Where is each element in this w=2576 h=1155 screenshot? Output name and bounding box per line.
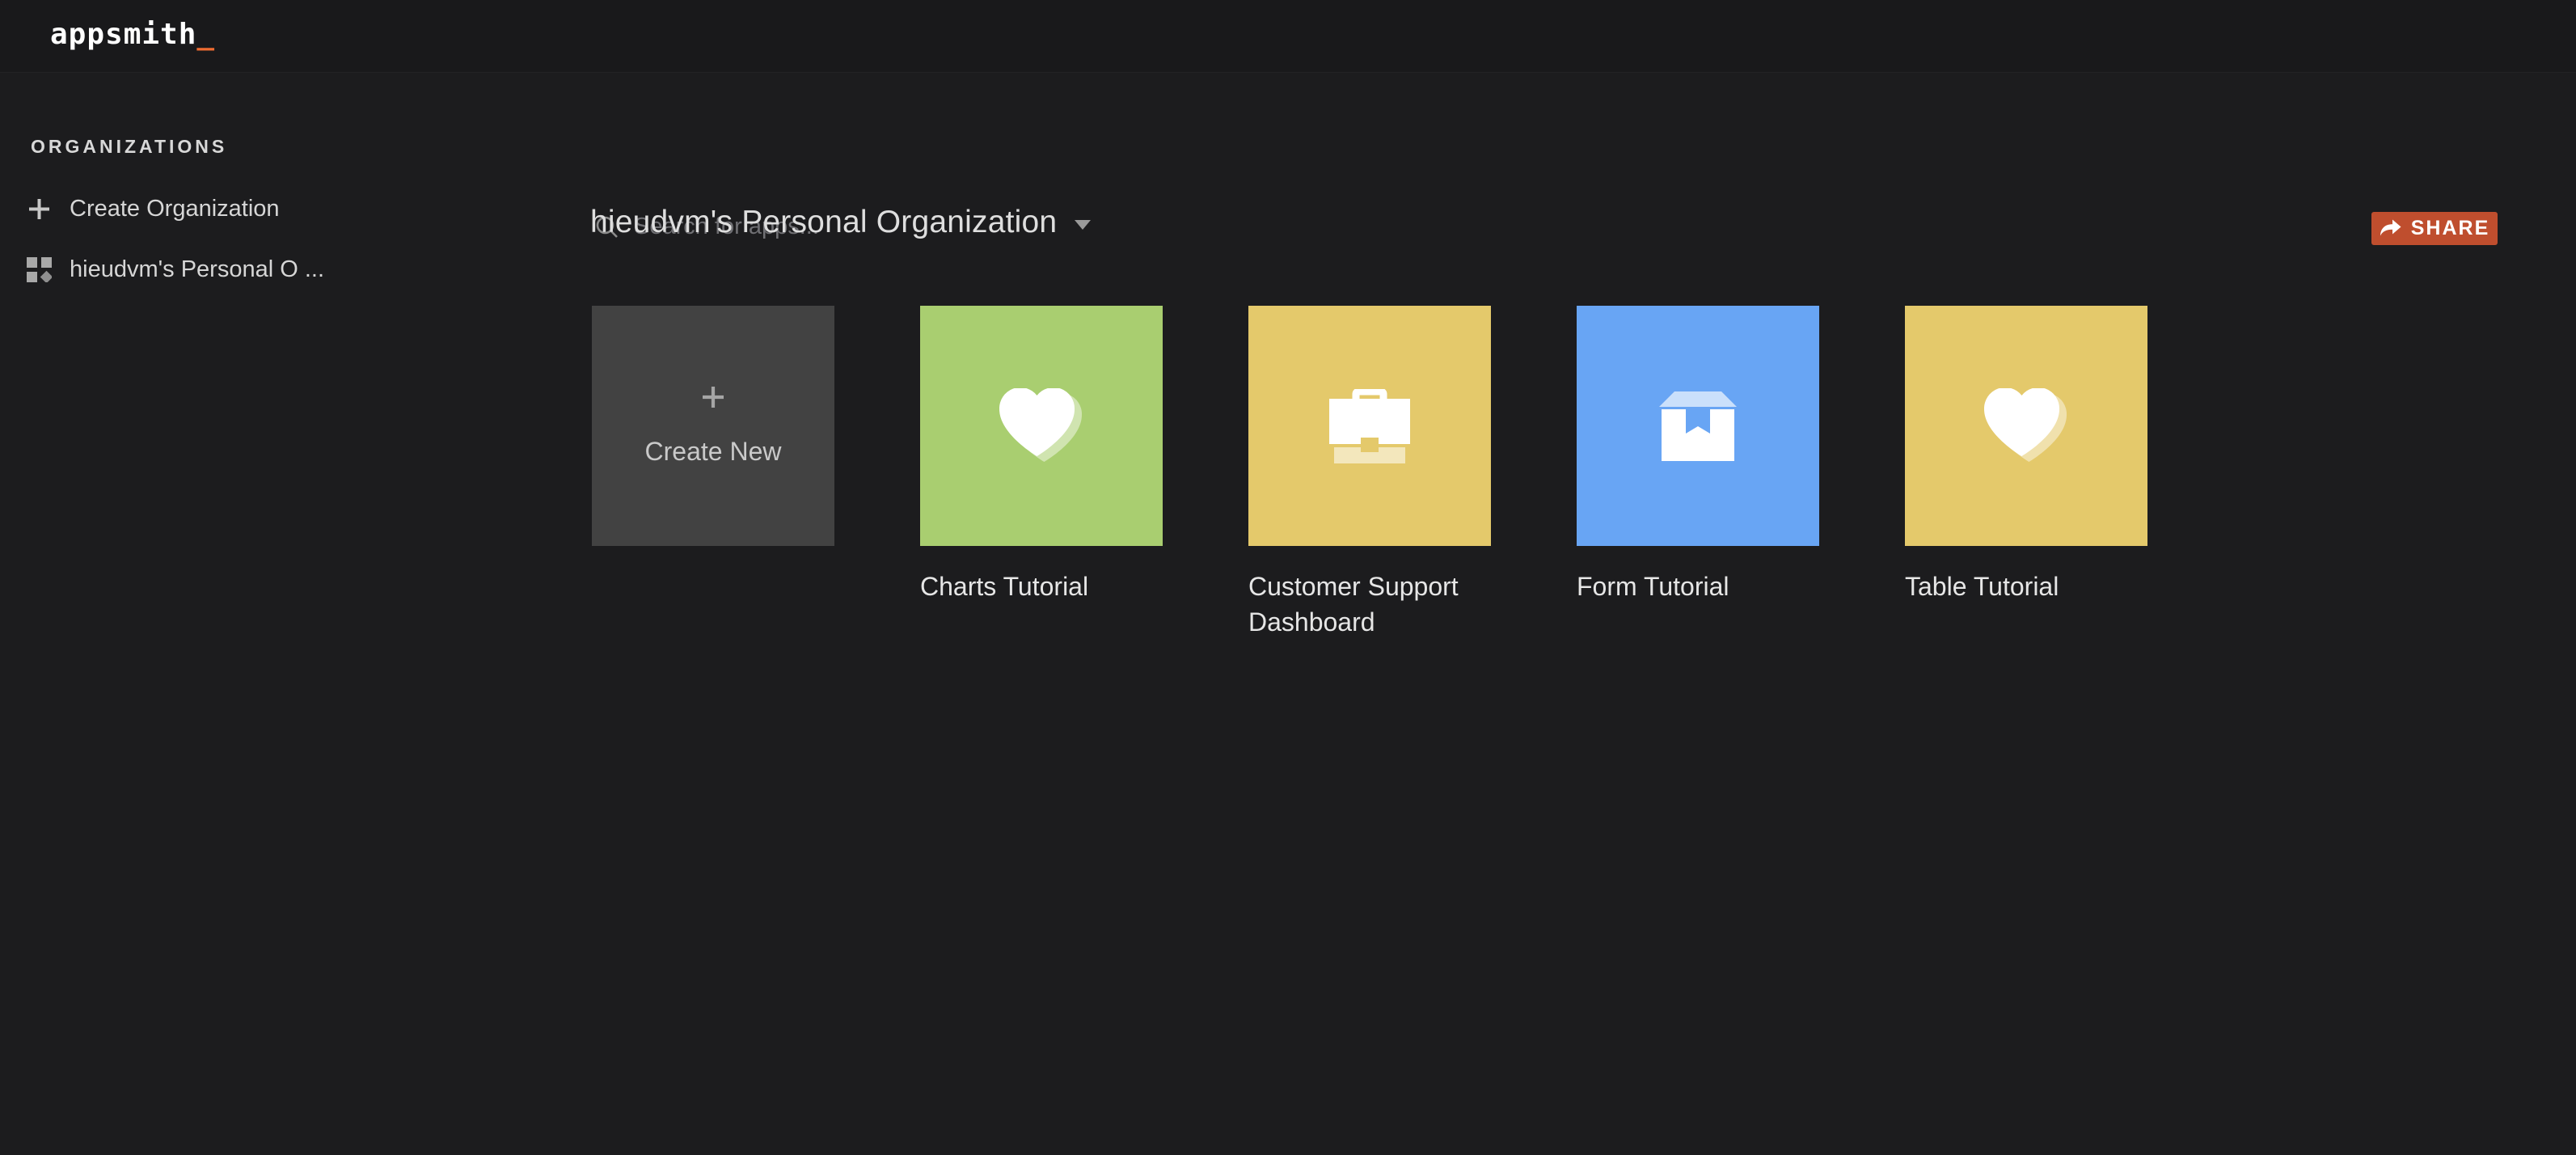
briefcase-icon bbox=[1329, 389, 1410, 463]
logo-text: appsmith bbox=[50, 18, 196, 51]
sidebar: ORGANIZATIONS Create Organization hieudv… bbox=[0, 73, 566, 1155]
app-card-label[interactable]: Charts Tutorial bbox=[920, 569, 1163, 604]
organization-title-row: hieudvm's Personal Organization bbox=[590, 205, 1091, 240]
heart-icon bbox=[999, 388, 1083, 464]
org-grid-icon bbox=[27, 257, 52, 282]
organization-title: hieudvm's Personal Organization bbox=[590, 205, 1057, 240]
app-slot: Customer Support Dashboard bbox=[1248, 306, 1491, 640]
share-button-label: SHARE bbox=[2411, 217, 2490, 240]
app-card-charts-tutorial[interactable] bbox=[920, 306, 1163, 546]
heart-icon bbox=[1984, 388, 2068, 464]
app-slot: Table Tutorial bbox=[1905, 306, 2147, 604]
sidebar-item-personal-organization[interactable]: hieudvm's Personal O ... bbox=[27, 256, 324, 283]
plus-icon bbox=[701, 385, 725, 409]
app-card-label[interactable]: Table Tutorial bbox=[1905, 569, 2147, 604]
chevron-down-icon[interactable] bbox=[1075, 220, 1091, 230]
app-slot: Create New bbox=[592, 306, 834, 546]
plus-icon bbox=[27, 197, 52, 222]
sidebar-item-label: Create Organization bbox=[70, 196, 280, 222]
share-button[interactable]: SHARE bbox=[2371, 212, 2498, 245]
app-card-label[interactable]: Form Tutorial bbox=[1577, 569, 1819, 604]
top-bar: appsmith_ bbox=[0, 0, 2576, 73]
app-card-label[interactable]: Customer Support Dashboard bbox=[1248, 569, 1491, 640]
app-slot: Form Tutorial bbox=[1577, 306, 1819, 604]
app-card-table-tutorial[interactable] bbox=[1905, 306, 2147, 546]
sidebar-item-label: hieudvm's Personal O ... bbox=[70, 256, 324, 283]
box-icon bbox=[1659, 391, 1737, 461]
share-arrow-icon bbox=[2380, 219, 2401, 238]
organizations-section-title: ORGANIZATIONS bbox=[31, 136, 227, 158]
create-new-app-card[interactable]: Create New bbox=[592, 306, 834, 546]
app-card-form-tutorial[interactable] bbox=[1577, 306, 1819, 546]
logo-cursor: _ bbox=[196, 18, 215, 51]
create-new-label: Create New bbox=[645, 437, 782, 467]
appsmith-logo[interactable]: appsmith_ bbox=[50, 18, 215, 51]
sidebar-item-create-organization[interactable]: Create Organization bbox=[27, 196, 280, 222]
app-slot: Charts Tutorial bbox=[920, 306, 1163, 604]
app-card-customer-support-dashboard[interactable] bbox=[1248, 306, 1491, 546]
